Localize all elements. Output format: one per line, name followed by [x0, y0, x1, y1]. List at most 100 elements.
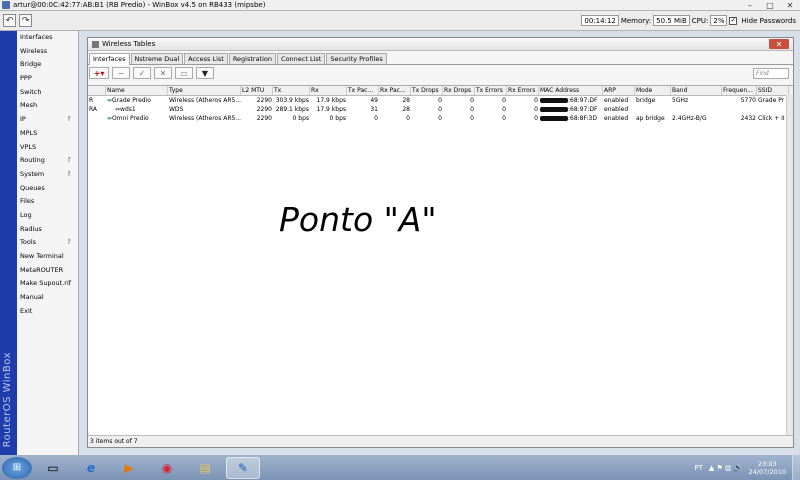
sidebar-item-ip[interactable]: IP ↾	[17, 113, 78, 127]
sidebar-item-label: Wireless	[20, 46, 48, 55]
undo-button[interactable]: ↶	[3, 14, 16, 27]
show-desktop-button[interactable]	[792, 455, 800, 480]
tab-access-list[interactable]: Access List	[184, 53, 228, 64]
sidebar-item-routing[interactable]: Routing ↾	[17, 154, 78, 168]
sidebar-item-tools[interactable]: Tools ↾	[17, 236, 78, 250]
tab-registration[interactable]: Registration	[228, 53, 277, 64]
taskbar-folder-icon[interactable]: ▤	[188, 457, 222, 479]
sidebar-item-wireless[interactable]: Wireless	[17, 45, 78, 59]
column-header-tx-drops[interactable]: Tx Drops	[411, 86, 443, 95]
column-header-rx-errors[interactable]: Rx Errors	[507, 86, 539, 95]
table-row[interactable]: RA ⇔wds1 WDS 2290 289.1 kbps 17.9 kbps 3…	[88, 105, 793, 114]
sidebar-item-label: Interfaces	[20, 33, 53, 41]
filter-button[interactable]: ▼	[196, 67, 214, 79]
taskbar-winbox-icon[interactable]: ✎	[226, 456, 260, 479]
close-button[interactable]: ✕	[780, 0, 800, 11]
redaction-mark	[540, 116, 568, 121]
column-header-name[interactable]: Name	[106, 86, 168, 95]
taskbar-chrome-icon[interactable]: ◉	[150, 457, 184, 479]
sidebar-item-manual[interactable]: Manual	[17, 291, 78, 305]
sidebar-item-queues[interactable]: Queues	[17, 182, 78, 196]
tab-interfaces[interactable]: Interfaces	[89, 53, 130, 65]
disable-button[interactable]: ✕	[154, 67, 172, 79]
wireless-window-title: Wireless Tables	[102, 40, 156, 48]
sidebar-item-ppp[interactable]: PPP	[17, 72, 78, 86]
cell-rx-drops: 0	[470, 106, 474, 113]
wireless-tabs: Interfaces Nstreme Dual Access List Regi…	[88, 53, 793, 65]
taskbar-internet-explorer-icon[interactable]: e	[74, 457, 108, 479]
sidebar-item-mesh[interactable]: Mesh	[17, 99, 78, 113]
taskbar-explorer-window-icon[interactable]: ▭	[36, 457, 70, 479]
main-toolbar: ↶ ↷ 00:14:12 Memory: 50.5 MiB CPU: 2% ✓ …	[0, 11, 800, 31]
enable-button[interactable]: ✓	[133, 67, 151, 79]
cell-flags: R	[89, 97, 94, 104]
column-header-tx-errors[interactable]: Tx Errors	[475, 86, 507, 95]
column-header-l2mtu[interactable]: L2 MTU	[241, 86, 273, 95]
column-header-flags[interactable]	[88, 86, 106, 95]
sidebar-item-mpls[interactable]: MPLS	[17, 127, 78, 141]
table-row[interactable]: R ⇹Grade Predio Wireless (Atheros AR5...…	[88, 96, 793, 105]
hide-passwords-label: Hide Passwords	[741, 16, 796, 25]
taskbar-media-player-icon[interactable]: ▶	[112, 457, 146, 479]
cell-band: 2.4GHz-B/G	[672, 115, 707, 122]
tab-connect-list[interactable]: Connect List	[277, 53, 326, 64]
sidebar-item-label: Queues	[20, 183, 45, 192]
winbox-app-icon	[2, 1, 10, 9]
column-header-arp[interactable]: ARP	[603, 86, 635, 95]
column-header-tx[interactable]: Tx	[273, 86, 310, 95]
column-header-ssid[interactable]: SSID	[757, 86, 789, 95]
start-button[interactable]: ⊞	[2, 456, 32, 479]
column-header-frequency[interactable]: Frequen...	[722, 86, 757, 95]
column-header-mode[interactable]: Mode	[635, 86, 671, 95]
column-header-band[interactable]: Band	[671, 86, 722, 95]
tab-security-profiles[interactable]: Security Profiles	[326, 53, 387, 64]
sidebar-item-new-terminal[interactable]: New Terminal	[17, 250, 78, 264]
language-indicator[interactable]: PT	[694, 464, 703, 472]
column-header-rx-drops[interactable]: Rx Drops	[443, 86, 475, 95]
cell-mode: bridge	[636, 97, 656, 104]
cell-band	[671, 105, 722, 114]
column-header-type[interactable]: Type	[168, 86, 241, 95]
brand-strip-text: RouterOS WinBox	[2, 351, 13, 447]
maximize-button[interactable]: □	[760, 0, 780, 11]
cell-flags: RA	[89, 106, 98, 113]
title-bar: artur@00:0C:42:77:AB:B1 (RB Predio) - Wi…	[0, 0, 800, 11]
add-button[interactable]: +▾	[89, 67, 109, 79]
column-header-rx[interactable]: Rx	[310, 86, 347, 95]
redo-button[interactable]: ↷	[19, 14, 32, 27]
cell-rx-drops: 0	[470, 97, 474, 104]
sidebar-item-bridge[interactable]: Bridge	[17, 58, 78, 72]
sidebar-item-switch[interactable]: Switch	[17, 86, 78, 100]
remove-button[interactable]: −	[112, 67, 130, 79]
column-header-rx-packets[interactable]: Rx Pac...	[379, 86, 411, 95]
sidebar-item-exit[interactable]: Exit	[17, 305, 78, 319]
wireless-window-close-button[interactable]: ✕	[769, 39, 789, 49]
clock[interactable]: 23:03 24/07/2010	[749, 460, 786, 476]
sidebar-item-interfaces[interactable]: Interfaces	[17, 31, 78, 45]
column-header-mac-address[interactable]: MAC Address	[539, 86, 603, 95]
column-header-tx-packets[interactable]: Tx Pac...	[347, 86, 379, 95]
sidebar-item-log[interactable]: Log	[17, 209, 78, 223]
sidebar-item-make-supout[interactable]: Make Supout.rif	[17, 277, 78, 291]
comment-button[interactable]: ▭	[175, 67, 193, 79]
tab-nstreme-dual[interactable]: Nstreme Dual	[130, 53, 184, 64]
sidebar-item-radius[interactable]: Radius	[17, 223, 78, 237]
sidebar-item-vpls[interactable]: VPLS	[17, 141, 78, 155]
window-title: artur@00:0C:42:77:AB:B1 (RB Predio) - Wi…	[13, 1, 266, 9]
cell-arp: enabled	[604, 97, 629, 104]
clock-time: 23:03	[757, 459, 777, 468]
cell-mac-address: :68:97:DF	[539, 105, 603, 114]
minimize-button[interactable]: –	[740, 0, 760, 11]
hide-passwords-checkbox[interactable]: ✓	[729, 16, 738, 25]
submenu-arrow-icon: ↾	[66, 156, 72, 165]
cell-tx-errors: 0	[502, 97, 506, 104]
find-input[interactable]: Find	[753, 67, 789, 79]
cell-l2mtu: 2290	[256, 106, 272, 113]
table-row[interactable]: ⇹Omni Predio Wireless (Atheros AR5... 22…	[88, 114, 793, 123]
tray-icons[interactable]: ▲ ⚑ ▥ 🔊	[709, 464, 743, 472]
cell-rx-errors: 0	[534, 97, 538, 104]
sidebar-item-files[interactable]: Files	[17, 195, 78, 209]
sidebar-item-system[interactable]: System ↾	[17, 168, 78, 182]
table-scrollbar[interactable]	[786, 95, 793, 435]
sidebar-item-metarouter[interactable]: MetaROUTER	[17, 264, 78, 278]
